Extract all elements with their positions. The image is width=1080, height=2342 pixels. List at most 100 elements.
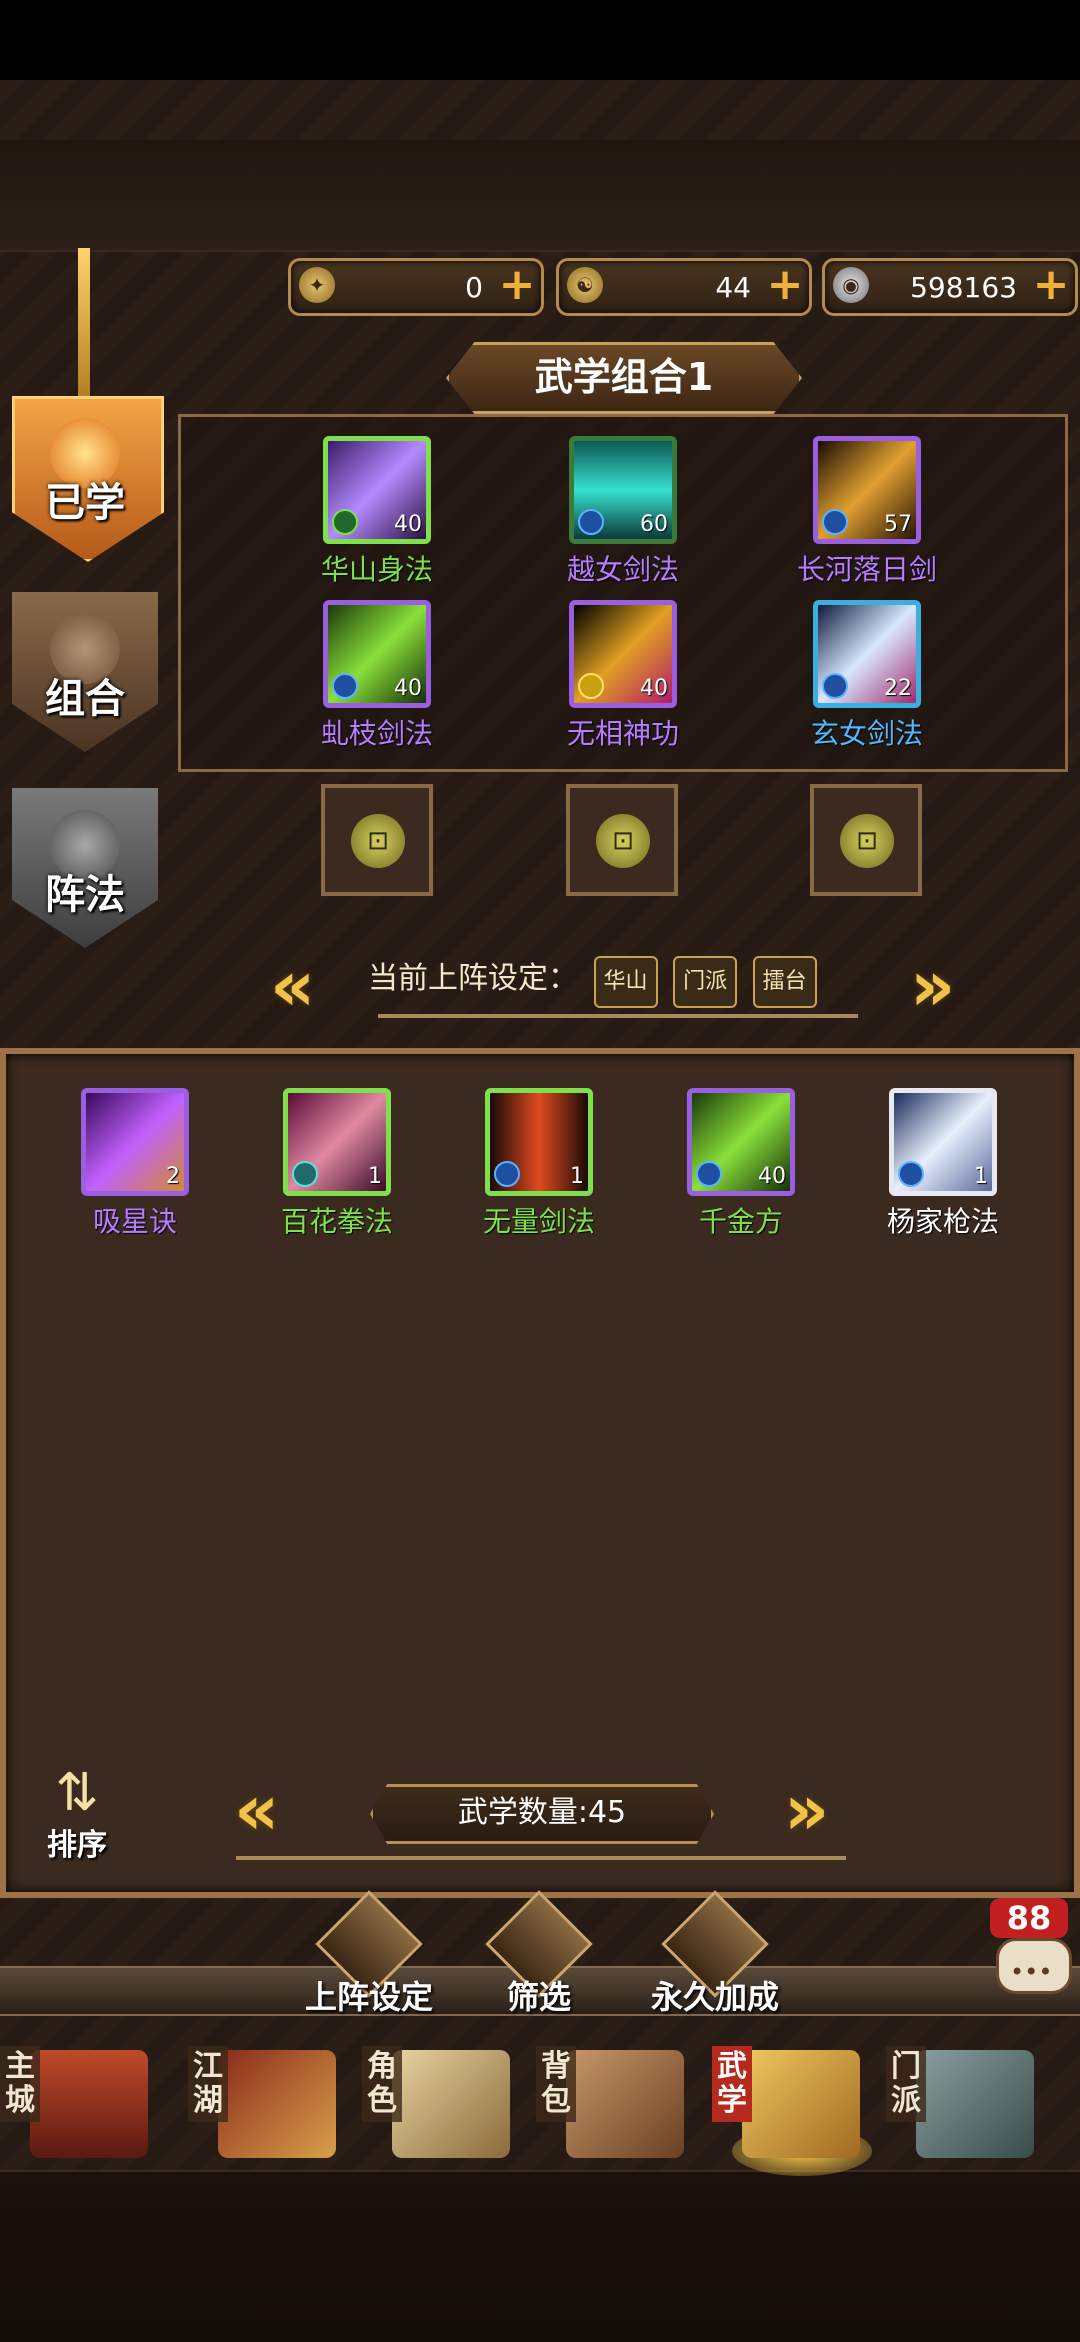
nav-sect[interactable]: 门派	[886, 2026, 1056, 2176]
palace-icon	[30, 2050, 148, 2158]
skill-icon: 40	[687, 1088, 795, 1196]
combo-title-banner: 武学组合1	[446, 342, 802, 414]
currency-value: 44	[715, 271, 751, 304]
skill-level: 1	[570, 1164, 584, 1189]
learned-skill[interactable]: 1 百花拳法	[252, 1088, 422, 1240]
cauldron-icon	[916, 2050, 1034, 2158]
equipped-skill[interactable]: 40 无相神功	[538, 600, 708, 752]
skill-level: 60	[640, 512, 668, 537]
skill-name: 百花拳法	[280, 1205, 393, 1238]
gem-icon	[292, 1161, 318, 1187]
learned-skill[interactable]: 40 千金方	[656, 1088, 826, 1240]
skill-name: 越女剑法	[566, 553, 679, 586]
nav-label: 角色	[362, 2046, 402, 2122]
sort-icon: ⇅	[55, 1763, 99, 1823]
scroll-icon	[742, 2050, 860, 2158]
bag-icon	[566, 2050, 684, 2158]
locked-slot[interactable]: ⊡	[321, 784, 433, 896]
skill-name: 无量剑法	[482, 1205, 595, 1238]
gem-icon	[332, 673, 358, 699]
learned-skill[interactable]: 2 吸星诀	[50, 1088, 220, 1240]
equipped-skill[interactable]: 40 华山身法	[292, 436, 462, 588]
tab-combo[interactable]: 组合	[12, 592, 158, 752]
chat-button[interactable]: ••• 88	[990, 1898, 1072, 1998]
equipped-skill[interactable]: 40 虬枝剑法	[292, 600, 462, 752]
gem-icon	[578, 509, 604, 535]
status-bar	[0, 0, 1080, 80]
gem-icon	[898, 1161, 924, 1187]
tab-formation[interactable]: 阵法	[12, 788, 158, 948]
skill-icon: 22	[813, 600, 921, 708]
add-silver-button[interactable]: +	[1031, 263, 1071, 307]
skill-icon: 1	[889, 1088, 997, 1196]
combo-page-indicator	[378, 1014, 858, 1018]
lock-icon: ⊡	[351, 814, 405, 868]
currency-silver: ◉ 598163 +	[822, 258, 1078, 316]
skill-count: 武学数量:45	[370, 1784, 714, 1844]
learned-skill[interactable]: 1 杨家枪法	[858, 1088, 1028, 1240]
currency-value: 598163	[910, 271, 1017, 304]
next-page-arrow[interactable]: »	[784, 1775, 829, 1845]
nav-character[interactable]: 角色	[362, 2026, 532, 2176]
next-combo-arrow[interactable]: »	[910, 951, 955, 1021]
skill-icon: 1	[283, 1088, 391, 1196]
locked-slot[interactable]: ⊡	[810, 784, 922, 896]
nav-label: 背包	[536, 2046, 576, 2122]
skill-name: 无相神功	[566, 717, 679, 750]
scroll-icon	[392, 2050, 510, 2158]
action-label: 上阵设定	[304, 1978, 433, 2016]
skill-name: 虬枝剑法	[320, 717, 433, 750]
add-token-button[interactable]: +	[497, 263, 537, 307]
tab-label: 组合	[45, 676, 125, 722]
skill-name: 杨家枪法	[886, 1205, 999, 1238]
gem-icon	[822, 509, 848, 535]
formation-tag: 门派	[673, 956, 738, 1008]
prev-page-arrow[interactable]: «	[234, 1775, 279, 1845]
page-indicator	[236, 1856, 846, 1860]
equipped-skill[interactable]: 57 长河落日剑	[782, 436, 952, 588]
tab-label: 阵法	[45, 872, 125, 918]
gem-icon	[822, 673, 848, 699]
skill-icon: 2	[81, 1088, 189, 1196]
nav-label: 主城	[0, 2046, 40, 2122]
equipped-skill[interactable]: 60 越女剑法	[538, 436, 708, 588]
nav-bag[interactable]: 背包	[536, 2026, 706, 2176]
currency-value: 0	[465, 271, 483, 304]
skill-level: 40	[394, 512, 422, 537]
tab-label: 已学	[45, 480, 125, 526]
nav-label: 江湖	[188, 2046, 228, 2122]
sort-button[interactable]: ⇅ 排序	[32, 1766, 122, 1866]
action-label: 筛选	[506, 1978, 571, 2016]
skill-icon: 40	[569, 600, 677, 708]
nav-main-city[interactable]: 主城	[0, 2026, 170, 2176]
tab-learned[interactable]: 已学	[12, 396, 164, 562]
skill-level: 57	[884, 512, 912, 537]
permanent-bonus-button[interactable]: 永久加成	[640, 1890, 790, 2016]
nav-martial-arts[interactable]: 武学	[712, 2026, 882, 2176]
token-icon: ✦	[299, 267, 335, 303]
locked-slot[interactable]: ⊡	[566, 784, 678, 896]
lock-icon: ⊡	[596, 814, 650, 868]
skill-name: 长河落日剑	[796, 553, 937, 586]
learned-skill[interactable]: 1 无量剑法	[454, 1088, 624, 1240]
nav-jianghu[interactable]: 江湖	[188, 2026, 358, 2176]
lock-icon: ⊡	[840, 814, 894, 868]
gem-icon	[578, 673, 604, 699]
skill-name: 玄女剑法	[810, 717, 923, 750]
decor-band-bottom	[0, 2170, 1080, 2342]
equipped-skill[interactable]: 22 玄女剑法	[782, 600, 952, 752]
filter-button[interactable]: 筛选	[464, 1890, 614, 2016]
skill-name: 千金方	[698, 1205, 783, 1238]
skill-icon: 40	[323, 436, 431, 544]
chat-badge: 88	[990, 1898, 1068, 1938]
prev-combo-arrow[interactable]: «	[270, 951, 315, 1021]
action-label: 永久加成	[650, 1978, 779, 2016]
formation-setting: 当前上阵设定： 华山 门派 擂台	[368, 956, 888, 1008]
combo-title: 武学组合1	[534, 355, 714, 399]
skill-level: 40	[640, 676, 668, 701]
skill-level: 40	[394, 676, 422, 701]
gem-icon	[494, 1161, 520, 1187]
gem-icon	[696, 1161, 722, 1187]
formation-settings-button[interactable]: 上阵设定	[294, 1890, 444, 2016]
add-yinyang-button[interactable]: +	[765, 263, 805, 307]
